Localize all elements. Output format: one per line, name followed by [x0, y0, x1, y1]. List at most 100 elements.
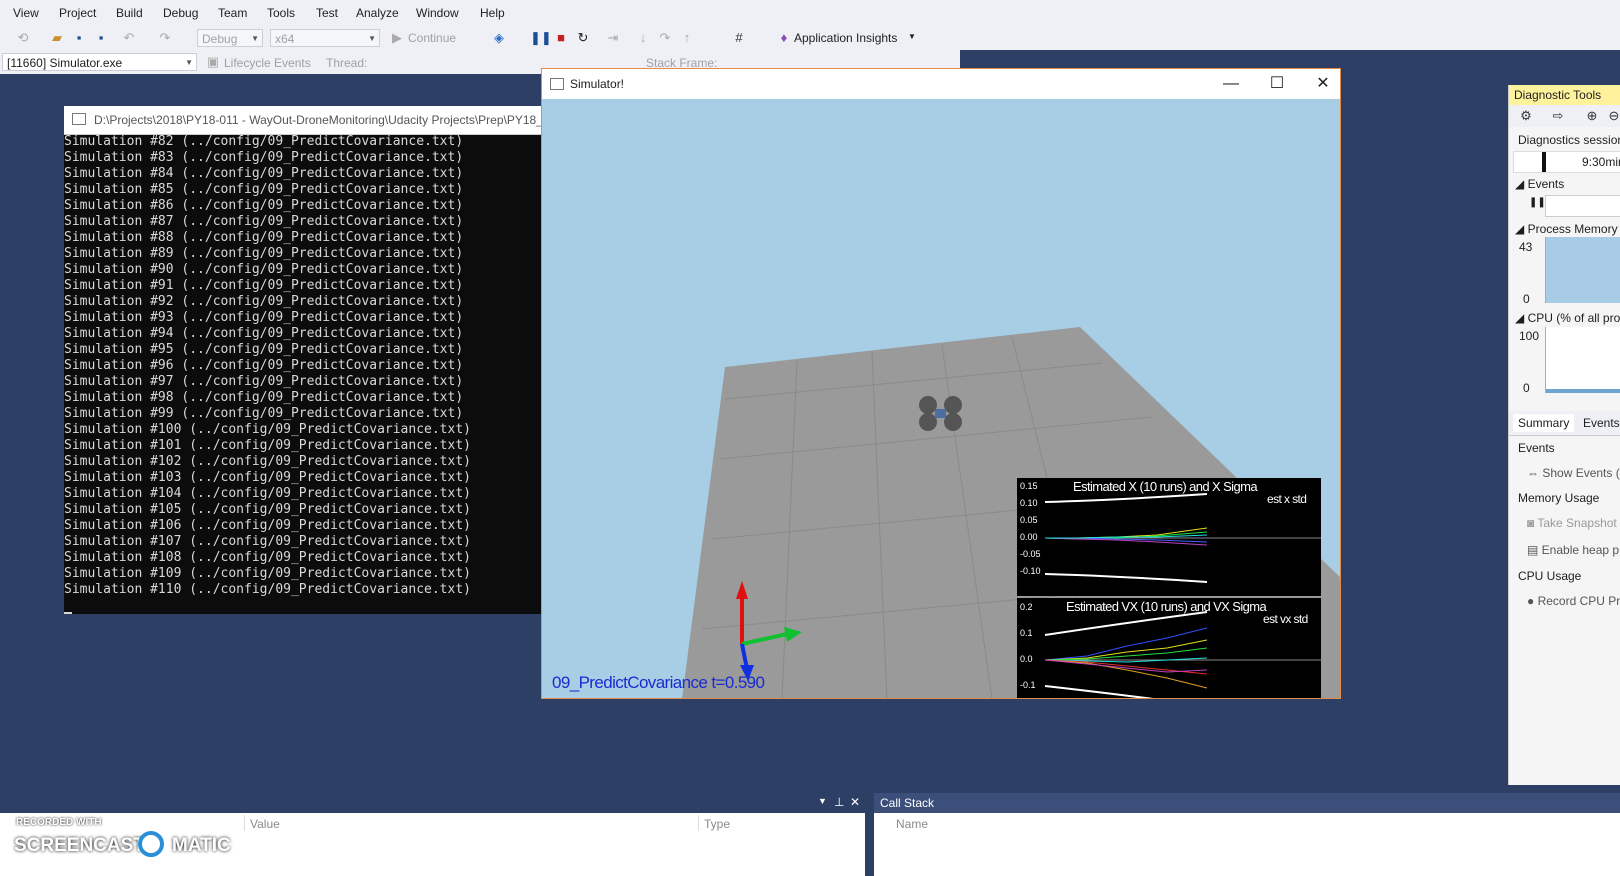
enable-heap-button[interactable]: ▤ Enable heap profiling: [1527, 543, 1620, 557]
memory-usage-section-title: Memory Usage: [1518, 491, 1600, 505]
zoom-in-icon[interactable]: ⊕: [1583, 107, 1601, 125]
pin-icon[interactable]: ⊥: [834, 795, 844, 809]
console-line: Simulation #87 (../config/09_PredictCova…: [64, 214, 464, 229]
platform-select[interactable]: x64 ▼: [270, 29, 380, 47]
menu-help[interactable]: Help: [480, 6, 505, 20]
platform-value: x64: [275, 32, 295, 46]
events-label: Events: [1527, 177, 1565, 191]
plot-estimated-x: Estimated X (10 runs) and X Sigma est x …: [1017, 478, 1321, 596]
redo-icon[interactable]: ↷: [156, 29, 174, 47]
continue-icon[interactable]: ▶: [388, 29, 406, 47]
call-stack-title[interactable]: Call Stack: [880, 796, 934, 810]
close-icon[interactable]: ✕: [1300, 69, 1340, 99]
console-line: Simulation #86 (../config/09_PredictCova…: [64, 198, 464, 213]
stop-icon[interactable]: ■: [552, 29, 570, 47]
navigate-back-icon[interactable]: ⟲: [14, 29, 32, 47]
lightbulb-icon[interactable]: ♦: [775, 29, 793, 47]
simulator-window: Simulator! — ☐ ✕ Estimated X (10 runs) a…: [541, 68, 1341, 699]
timeline-ruler[interactable]: 9:30min: [1513, 151, 1620, 173]
pause-icon[interactable]: ❚❚: [1529, 197, 1546, 208]
console-line: Simulation #97 (../config/09_PredictCova…: [64, 374, 464, 389]
maximize-icon[interactable]: ☐: [1254, 69, 1300, 99]
console-line: Simulation #91 (../config/09_PredictCova…: [64, 278, 464, 293]
pause-icon[interactable]: ❚❚: [530, 29, 552, 47]
undo-icon[interactable]: ↶: [120, 29, 138, 47]
console-line: Simulation #83 (../config/09_PredictCova…: [64, 150, 464, 165]
settings-icon[interactable]: ⚙: [1517, 107, 1535, 125]
diag-tabs: Summary Events: [1509, 411, 1620, 436]
configuration-select[interactable]: Debug ▼: [197, 29, 263, 47]
dropdown-icon[interactable]: ▼: [818, 796, 827, 806]
memory-min-label: 0: [1523, 292, 1530, 306]
simulator-viewport[interactable]: Estimated X (10 runs) and X Sigma est x …: [542, 99, 1340, 698]
menu-analyze[interactable]: Analyze: [356, 6, 399, 20]
menu-test[interactable]: Test: [316, 6, 338, 20]
events-expander[interactable]: ◢ Events: [1515, 177, 1564, 191]
continue-button[interactable]: Continue: [408, 31, 456, 45]
console-line: Simulation #110 (../config/09_PredictCov…: [64, 582, 471, 597]
menu-team[interactable]: Team: [218, 6, 247, 20]
tab-events[interactable]: Events: [1583, 416, 1620, 430]
console-title-bar[interactable]: D:\Projects\2018\PY18-011 - WayOut-Drone…: [64, 106, 543, 135]
column-value[interactable]: Value: [250, 817, 280, 831]
console-line: Simulation #93 (../config/09_PredictCova…: [64, 310, 464, 325]
console-cursor: [64, 612, 72, 614]
watermark-left: SCREENCAST: [14, 835, 145, 856]
menu-build[interactable]: Build: [116, 6, 143, 20]
take-snapshot-button[interactable]: ◙ Take Snapshot: [1527, 516, 1617, 530]
simulator-title: Simulator!: [570, 77, 625, 91]
cpu-expander[interactable]: ◢ CPU (% of all processors): [1515, 311, 1620, 325]
application-insights-button[interactable]: Application Insights: [794, 31, 897, 45]
locals-panel-header: ▼ ⊥ ✕: [0, 793, 865, 813]
chevron-down-icon: ▼: [908, 32, 916, 41]
simulator-app-icon: [550, 78, 564, 90]
memory-max-label: 43: [1519, 240, 1533, 254]
console-line: Simulation #95 (../config/09_PredictCova…: [64, 342, 464, 357]
menu-view[interactable]: View: [13, 6, 39, 20]
zoom-out-icon[interactable]: ⊖: [1605, 107, 1620, 125]
process-icon[interactable]: ◈: [490, 29, 508, 47]
thread-label: Thread:: [326, 56, 368, 70]
tab-summary[interactable]: Summary: [1513, 414, 1575, 432]
plot-estimated-vx: Estimated VX (10 runs) and VX Sigma est …: [1017, 598, 1321, 698]
show-next-statement-icon[interactable]: ⇥: [604, 29, 622, 47]
lifecycle-events-button[interactable]: Lifecycle Events: [224, 56, 311, 70]
step-over-icon[interactable]: ↷: [656, 29, 674, 47]
plot-vx-lines: [1044, 611, 1321, 698]
save-all-icon[interactable]: ▪: [92, 29, 110, 47]
column-name[interactable]: Name: [896, 817, 928, 831]
column-type[interactable]: Type: [704, 817, 730, 831]
menu-project[interactable]: Project: [59, 6, 96, 20]
diagnostic-tools-title[interactable]: Diagnostic Tools: [1509, 85, 1620, 105]
take-snapshot-label: Take Snapshot: [1537, 516, 1617, 530]
close-icon[interactable]: ✕: [850, 795, 860, 809]
record-cpu-button[interactable]: ● Record CPU Profile: [1527, 594, 1620, 608]
restart-icon[interactable]: ↻: [574, 29, 592, 47]
configuration-value: Debug: [202, 32, 238, 46]
process-select[interactable]: [11660] Simulator.exe ▼: [2, 53, 197, 71]
console-line: Simulation #102 (../config/09_PredictCov…: [64, 454, 471, 469]
step-out-icon[interactable]: ↑: [678, 29, 696, 47]
menu-debug[interactable]: Debug: [163, 6, 198, 20]
cpu-min-label: 0: [1523, 381, 1530, 395]
process-memory-expander[interactable]: ◢ Process Memory: [1515, 222, 1618, 236]
process-value: [11660] Simulator.exe: [7, 56, 123, 70]
standard-toolbar: ⟲ ▰ ▪ ▪ ↶ ↷ Debug ▼ x64 ▼ ▶ Continue ◈ ❚❚ …: [0, 26, 1620, 50]
watermark-right: MATIC: [172, 835, 231, 856]
open-folder-icon[interactable]: ▰: [48, 29, 66, 47]
menu-tools[interactable]: Tools: [267, 6, 295, 20]
minimize-icon[interactable]: —: [1208, 69, 1254, 99]
export-icon[interactable]: ⇨: [1549, 107, 1567, 125]
hex-icon[interactable]: #: [730, 29, 748, 47]
step-into-icon[interactable]: ↓: [634, 29, 652, 47]
show-events-link[interactable]: ⇔ Show Events (: [1527, 466, 1620, 480]
console-line: Simulation #84 (../config/09_PredictCova…: [64, 166, 464, 181]
console-line: Simulation #100 (../config/09_PredictCov…: [64, 422, 471, 437]
menu-window[interactable]: Window: [416, 6, 459, 20]
simulator-title-bar[interactable]: Simulator! — ☐ ✕: [542, 69, 1340, 99]
cpu-usage-section-title: CPU Usage: [1518, 569, 1582, 583]
diagnostic-tools-panel: Diagnostic Tools ⚙ ⇨ ⊕ ⊖ Diagnostics ses…: [1508, 85, 1620, 785]
diag-toolbar: ⚙ ⇨ ⊕ ⊖: [1509, 105, 1620, 127]
console-line: Simulation #92 (../config/09_PredictCova…: [64, 294, 464, 309]
save-icon[interactable]: ▪: [70, 29, 88, 47]
